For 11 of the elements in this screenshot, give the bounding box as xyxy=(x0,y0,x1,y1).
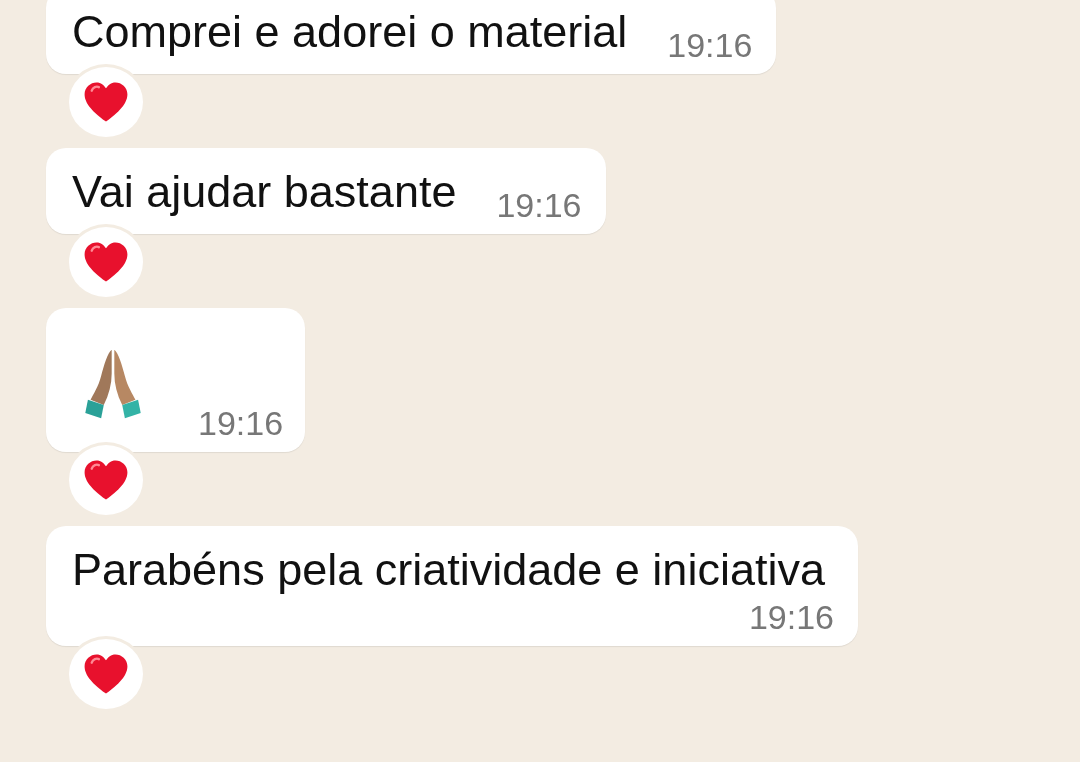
message-text: Parabéns pela criatividade e iniciativa xyxy=(72,543,825,597)
heart-icon xyxy=(82,458,130,502)
message-time: 19:16 xyxy=(666,28,753,62)
heart-icon xyxy=(82,240,130,284)
message-text: Comprei e adorei o material xyxy=(72,5,628,59)
message-time: 19:16 xyxy=(495,188,582,222)
heart-icon xyxy=(82,652,130,696)
heart-icon xyxy=(82,80,130,124)
message-time: 19:16 xyxy=(197,406,284,440)
message-text: Vai ajudar bastante xyxy=(72,165,457,219)
message-time: 19:16 xyxy=(747,600,834,634)
